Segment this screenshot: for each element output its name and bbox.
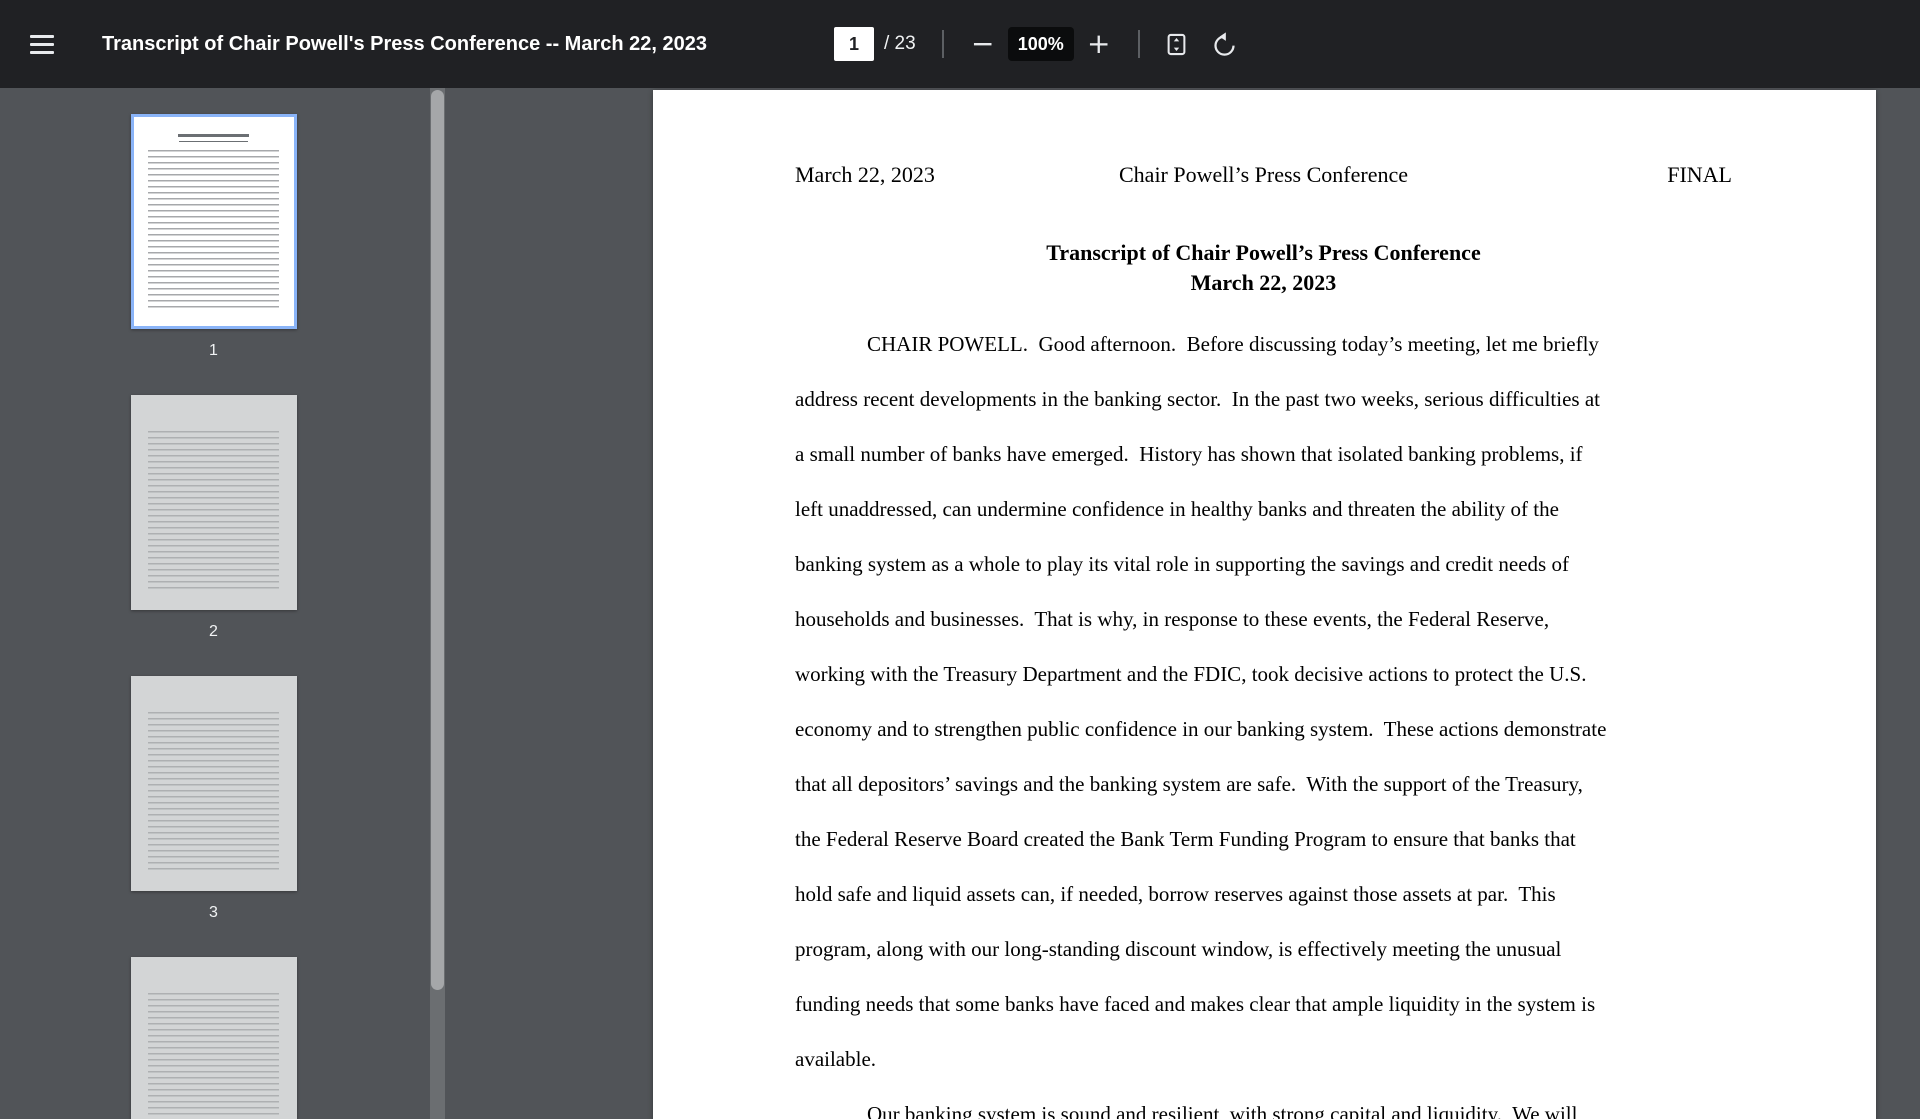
heading-line-1: Transcript of Chair Powell’s Press Confe… <box>1046 240 1481 265</box>
thumbnail-page-3[interactable]: 3 <box>130 676 297 923</box>
page-thumbnail <box>130 676 297 891</box>
thumbnail-sidebar[interactable]: 1 2 3 4 <box>0 88 447 1119</box>
document-line: the Federal Reserve Board created the Ba… <box>795 827 1576 851</box>
document-heading: Transcript of Chair Powell’s Press Confe… <box>795 238 1732 298</box>
thumbnail-list: 1 2 3 4 <box>0 88 427 1119</box>
page-thumbnail <box>130 395 297 610</box>
thumbnail-page-1[interactable]: 1 <box>130 114 297 361</box>
document-line: that all depositors’ savings and the ban… <box>795 772 1583 796</box>
thumbnail-page-4[interactable]: 4 <box>130 957 297 1119</box>
document-line: left unaddressed, can undermine confiden… <box>795 497 1559 521</box>
document-viewport[interactable]: March 22, 2023 Chair Powell’s Press Conf… <box>447 88 1920 1119</box>
page-header: March 22, 2023 Chair Powell’s Press Conf… <box>795 162 1732 188</box>
rotate-counterclockwise-icon <box>1214 31 1235 56</box>
page-count-label: / 23 <box>884 33 916 54</box>
page-number-input[interactable] <box>834 27 874 61</box>
fit-to-page-button[interactable] <box>1160 22 1194 66</box>
header-title: Chair Powell’s Press Conference <box>1119 162 1408 187</box>
document-line: address recent developments in the banki… <box>795 387 1600 411</box>
menu-button[interactable] <box>30 24 70 64</box>
rotate-button[interactable] <box>1208 22 1242 66</box>
document-line: CHAIR POWELL. Good afternoon. Before dis… <box>867 332 1599 356</box>
document-body: CHAIR POWELL. Good afternoon. Before dis… <box>795 317 1732 1119</box>
fit-to-page-icon <box>1167 33 1186 55</box>
toolbar-controls: / 23 − 100% + <box>834 0 1242 88</box>
thumbnails-scrollbar[interactable] <box>430 88 445 1119</box>
document-line: banking system as a whole to play its vi… <box>795 552 1569 576</box>
plus-icon: + <box>1087 27 1111 60</box>
document-line: Our banking system is sound and resilien… <box>867 1102 1578 1119</box>
document-line: hold safe and liquid assets can, if need… <box>795 882 1556 906</box>
thumbnail-label: 1 <box>209 342 218 359</box>
document-line: economy and to strengthen public confide… <box>795 717 1607 741</box>
document-line: a small number of banks have emerged. Hi… <box>795 442 1583 466</box>
zoom-out-button[interactable]: − <box>966 22 1000 66</box>
document-line: available. <box>795 1047 877 1071</box>
minus-icon: − <box>970 27 995 60</box>
thumbnail-page-2[interactable]: 2 <box>130 395 297 642</box>
document-line: funding needs that some banks have faced… <box>795 992 1596 1016</box>
header-date: March 22, 2023 <box>795 162 935 187</box>
scrollbar-thumb[interactable] <box>431 90 444 990</box>
thumbnail-label: 3 <box>209 904 218 921</box>
document-line: households and businesses. That is why, … <box>795 607 1550 631</box>
thumbnail-label: 2 <box>209 623 218 640</box>
zoom-in-button[interactable]: + <box>1082 22 1116 66</box>
document-line: working with the Treasury Department and… <box>795 662 1587 686</box>
zoom-level-display[interactable]: 100% <box>1007 27 1074 61</box>
pdf-toolbar: Transcript of Chair Powell's Press Confe… <box>0 0 1920 88</box>
heading-line-2: March 22, 2023 <box>1190 270 1337 295</box>
header-final: FINAL <box>1667 162 1732 187</box>
pdf-page-1: March 22, 2023 Chair Powell’s Press Conf… <box>653 90 1876 1119</box>
document-line: program, along with our long-standing di… <box>795 937 1562 961</box>
document-title: Transcript of Chair Powell's Press Confe… <box>102 32 707 55</box>
page-thumbnail <box>130 114 297 329</box>
hamburger-icon <box>30 34 70 54</box>
toolbar-divider <box>941 30 944 58</box>
page-thumbnail <box>130 957 297 1119</box>
toolbar-divider <box>1137 30 1140 58</box>
